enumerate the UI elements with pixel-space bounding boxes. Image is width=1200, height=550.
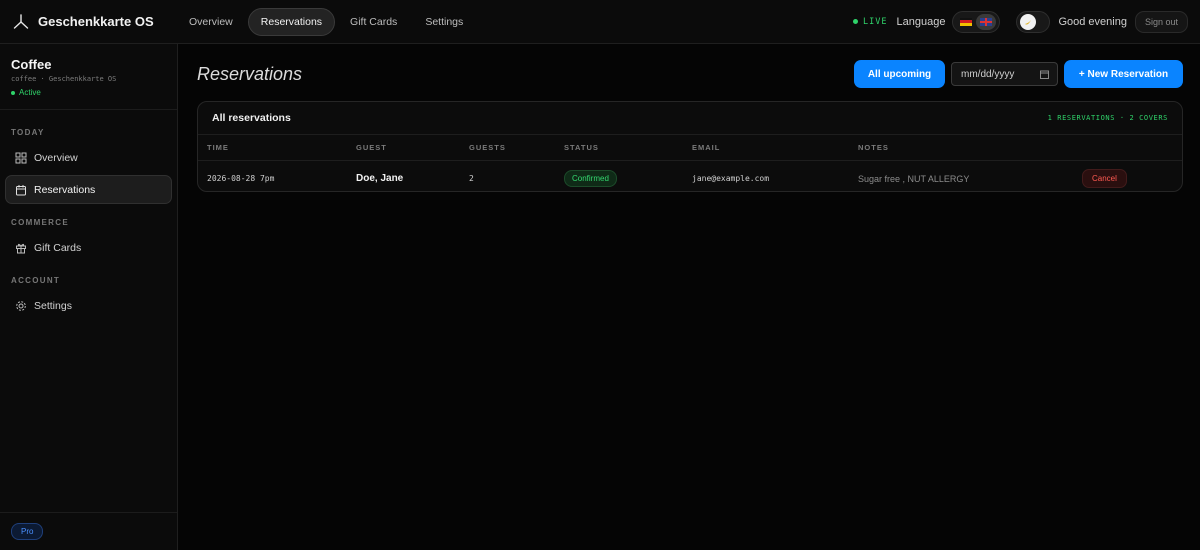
banana-icon — [1020, 13, 1037, 30]
topnav-overview[interactable]: Overview — [176, 8, 246, 36]
sidebar-item-label: Gift Cards — [34, 241, 82, 254]
cell-guests: 2 — [469, 174, 474, 183]
cell-guest: Doe, Jane — [356, 173, 404, 184]
top-nav: Overview Reservations Gift Cards Setting… — [176, 7, 476, 36]
germany-flag-icon — [960, 17, 973, 26]
grid-icon — [15, 152, 27, 164]
sign-out-button[interactable]: Sign out — [1134, 10, 1188, 33]
main-content: Reservations All upcoming mm/dd/yyyy + N… — [178, 44, 1200, 550]
theme-toggle[interactable] — [1016, 10, 1051, 33]
sidebar-item-settings[interactable]: Settings — [5, 291, 172, 320]
workspace-status-label: Active — [19, 88, 41, 97]
language-label: Language — [896, 15, 946, 28]
status-badge: Confirmed — [564, 170, 617, 187]
sidebar-item-label: Settings — [34, 299, 72, 312]
header-right: LIVE Language Good evening Sign out — [853, 10, 1200, 33]
topnav-gift-cards[interactable]: Gift Cards — [337, 8, 410, 36]
column-header-guests[interactable]: GUESTS — [469, 143, 506, 152]
flag-de-button[interactable] — [956, 14, 976, 30]
column-header-notes[interactable]: NOTES — [858, 143, 889, 152]
language-switch — [952, 10, 1001, 33]
brand-name: Geschenkkarte OS — [38, 14, 154, 29]
sidebar-item-overview[interactable]: Overview — [5, 143, 172, 172]
greeting: Good evening — [1058, 15, 1127, 28]
column-header-guest[interactable]: GUEST — [356, 143, 387, 152]
workspace-name: Coffee — [11, 57, 52, 72]
column-header-status[interactable]: STATUS — [564, 143, 599, 152]
plan-badge[interactable]: Pro — [11, 523, 44, 540]
sidebar-item-label: Reservations — [34, 183, 96, 196]
column-header-email[interactable]: EMAIL — [692, 143, 720, 152]
table-header-bar: All reservations 1 RESERVATIONS · 2 COVE… — [198, 102, 1182, 135]
workspace-subtitle: coffee · Geschenkkarte OS — [11, 75, 117, 83]
gift-icon — [15, 242, 27, 254]
topnav-settings[interactable]: Settings — [412, 8, 476, 36]
workspace-info: Coffee coffee · Geschenkkarte OS Active — [0, 44, 177, 110]
status-dot-icon — [11, 90, 15, 95]
section-title-today: TODAY — [11, 128, 45, 137]
live-dot-icon — [853, 19, 859, 24]
cancel-button[interactable]: Cancel — [1082, 169, 1127, 188]
section-title-account: ACCOUNT — [11, 276, 61, 285]
tripod-icon — [12, 13, 30, 31]
top-bar: Geschenkkarte OS Overview Reservations G… — [0, 0, 1200, 44]
table-summary: 1 RESERVATIONS · 2 COVERS — [1047, 114, 1168, 122]
uk-flag-icon — [980, 17, 993, 26]
brand[interactable]: Geschenkkarte OS — [0, 13, 176, 31]
table-title: All reservations — [212, 112, 291, 124]
flag-uk-button[interactable] — [976, 13, 997, 30]
app-root: Geschenkkarte OS Overview Reservations G… — [0, 0, 1200, 550]
workspace-status: Active — [11, 88, 166, 97]
cell-email: jane@example.com — [692, 174, 770, 183]
section-title-commerce: COMMERCE — [11, 218, 69, 227]
gear-icon — [15, 300, 27, 312]
live-indicator: LIVE — [853, 17, 887, 27]
sidebar: Coffee coffee · Geschenkkarte OS Active … — [0, 44, 178, 550]
date-filter-input[interactable]: mm/dd/yyyy — [951, 62, 1058, 86]
sidebar-item-gift-cards[interactable]: Gift Cards — [5, 233, 172, 262]
calendar-icon — [15, 184, 27, 196]
cell-notes: Sugar free , NUT ALLERGY — [858, 174, 970, 184]
page-title: Reservations — [197, 64, 303, 84]
new-reservation-button[interactable]: + New Reservation — [1064, 60, 1183, 88]
all-upcoming-button[interactable]: All upcoming — [854, 60, 945, 88]
sidebar-item-label: Overview — [34, 151, 78, 164]
header-divider — [198, 160, 1182, 161]
cell-time: 2026-08-28 7pm — [207, 174, 275, 183]
reservations-table: All reservations 1 RESERVATIONS · 2 COVE… — [197, 101, 1183, 192]
sidebar-item-reservations[interactable]: Reservations — [5, 175, 172, 204]
sidebar-footer: Pro — [0, 512, 177, 550]
topnav-reservations[interactable]: Reservations — [247, 7, 336, 36]
live-label: LIVE — [863, 16, 888, 27]
calendar-picker-icon[interactable] — [1040, 70, 1049, 79]
column-header-time[interactable]: TIME — [207, 143, 229, 152]
date-placeholder: mm/dd/yyyy — [961, 68, 1015, 80]
